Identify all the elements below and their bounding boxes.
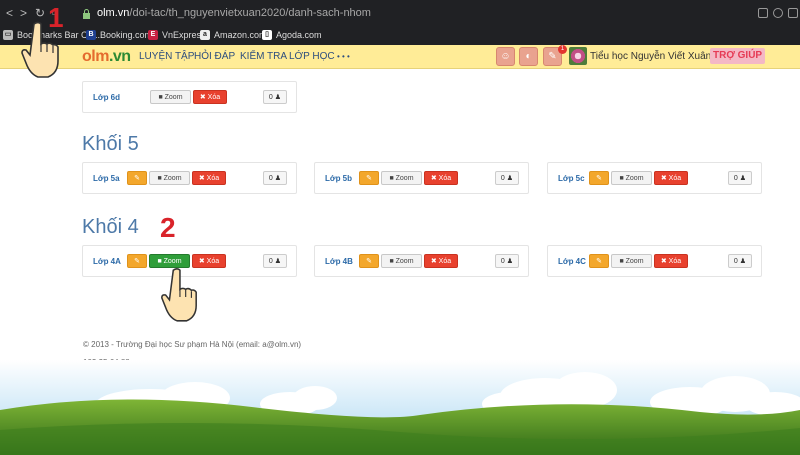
footer-landscape-image bbox=[0, 360, 800, 455]
folder-icon: ▭ bbox=[3, 30, 13, 40]
agoda-icon: ▯ bbox=[262, 30, 272, 40]
pointing-hand-icon bbox=[21, 21, 59, 78]
step-2-marker: 2 bbox=[160, 212, 176, 243]
member-count-button[interactable]: 0 ♟ bbox=[495, 254, 519, 268]
camera-icon[interactable] bbox=[758, 8, 768, 18]
delete-button[interactable]: ✖ Xóa bbox=[424, 254, 458, 268]
class-name: Lớp 4B bbox=[325, 257, 353, 266]
class-name: Lớp 5a bbox=[93, 174, 120, 183]
bookmark-booking[interactable]: B Booking.com bbox=[86, 30, 152, 40]
zoom-button[interactable]: ■ Zoom bbox=[150, 90, 191, 104]
class-card-6d: Lớp 6d ■ Zoom ✖ Xóa 0 ♟ bbox=[82, 81, 297, 113]
user-menu[interactable]: Tiểu học Nguyễn Viết Xuân ▾ bbox=[590, 51, 719, 62]
class-card-5c: Lớp 5c ✎ ■ Zoom ✖ Xóa 0 ♟ bbox=[547, 162, 762, 194]
share-icon[interactable] bbox=[773, 8, 783, 18]
forward-icon[interactable]: > bbox=[20, 5, 27, 21]
class-name: Lớp 5b bbox=[325, 174, 353, 183]
amazon-icon: a bbox=[200, 30, 210, 40]
menu-lop-hoc[interactable]: LỚP HỌC bbox=[289, 51, 335, 62]
class-name: Lớp 5c bbox=[558, 174, 585, 183]
edit-button[interactable]: ✎ bbox=[127, 171, 147, 185]
menu-hoi-dap[interactable]: HỎI ĐÁP bbox=[194, 51, 235, 62]
bookmark-amazon[interactable]: a Amazon.com bbox=[200, 30, 267, 40]
edit-button[interactable]: ✎ bbox=[589, 171, 609, 185]
menu-luyen-tap[interactable]: LUYỆN TẬP bbox=[139, 51, 194, 62]
edit-button[interactable]: ✎ bbox=[589, 254, 609, 268]
member-count-button[interactable]: 0 ♟ bbox=[263, 171, 287, 185]
delete-button[interactable]: ✖ Xóa bbox=[192, 171, 226, 185]
address-bar[interactable]: olm.vn/doi-tac/th_nguyenvietxuan2020/dan… bbox=[97, 7, 371, 19]
delete-button[interactable]: ✖ Xóa bbox=[424, 171, 458, 185]
back-icon[interactable]: < bbox=[6, 5, 13, 21]
delete-button[interactable]: ✖ Xóa bbox=[654, 254, 688, 268]
menu-kiem-tra[interactable]: KIỂM TRA bbox=[240, 51, 287, 62]
member-count-button[interactable]: 0 ♟ bbox=[263, 254, 287, 268]
delete-button[interactable]: ✖ Xóa bbox=[193, 90, 227, 104]
star-icon[interactable] bbox=[788, 8, 798, 18]
logo[interactable]: olm.vn bbox=[82, 48, 131, 66]
vnexpress-icon: E bbox=[148, 30, 158, 40]
member-count-button[interactable]: 0 ♟ bbox=[728, 171, 752, 185]
zoom-button[interactable]: ■ Zoom bbox=[149, 171, 190, 185]
url-domain: olm.vn bbox=[97, 7, 130, 19]
bookmark-vnexpress[interactable]: E VnExpress bbox=[148, 30, 206, 40]
zoom-button[interactable]: ■ Zoom bbox=[381, 254, 422, 268]
section-title-khoi-4: Khối 4 bbox=[82, 216, 139, 238]
delete-button[interactable]: ✖ Xóa bbox=[654, 171, 688, 185]
member-count-button[interactable]: 0 ♟ bbox=[728, 254, 752, 268]
class-card-5b: Lớp 5b ✎ ■ Zoom ✖ Xóa 0 ♟ bbox=[314, 162, 529, 194]
class-card-4b: Lớp 4B ✎ ■ Zoom ✖ Xóa 0 ♟ bbox=[314, 245, 529, 277]
menu-more[interactable]: • • • bbox=[337, 52, 350, 61]
reload-icon[interactable]: ↻ bbox=[35, 5, 45, 21]
bookmark-agoda[interactable]: ▯ Agoda.com bbox=[262, 30, 322, 40]
zoom-button[interactable]: ■ Zoom bbox=[611, 254, 652, 268]
help-button[interactable]: TRỢ GIÚP bbox=[710, 48, 766, 64]
booking-icon: B bbox=[86, 30, 96, 40]
lock-icon bbox=[83, 9, 90, 19]
class-name: Lớp 6d bbox=[93, 93, 121, 102]
avatar[interactable] bbox=[569, 47, 587, 65]
class-name: Lớp 4C bbox=[558, 257, 586, 266]
class-card-4c: Lớp 4C ✎ ■ Zoom ✖ Xóa 0 ♟ bbox=[547, 245, 762, 277]
member-count-button[interactable]: 0 ♟ bbox=[495, 171, 519, 185]
footer-copyright: © 2013 - Trường Đại học Sư phạm Hà Nội (… bbox=[83, 340, 302, 349]
edit-button[interactable]: ✎ bbox=[127, 254, 147, 268]
class-card-5a: Lớp 5a ✎ ■ Zoom ✖ Xóa 0 ♟ bbox=[82, 162, 297, 194]
browser-chrome: < > ↻ ⌂ olm.vn/doi-tac/th_nguyenvietxuan… bbox=[0, 0, 800, 45]
bookmarks-bar: ▭ Bookmarks Bar Chr... B Booking.com E VnEx… bbox=[0, 28, 800, 45]
class-name: Lớp 4A bbox=[93, 257, 121, 266]
zoom-button[interactable]: ■ Zoom bbox=[611, 171, 652, 185]
chat-icon[interactable]: ◐ bbox=[519, 47, 538, 66]
address-bar-row: < > ↻ ⌂ olm.vn/doi-tac/th_nguyenvietxuan… bbox=[0, 0, 800, 28]
pointing-hand-icon bbox=[161, 268, 197, 322]
edit-button[interactable]: ✎ bbox=[359, 171, 379, 185]
edit-button[interactable]: ✎ bbox=[359, 254, 379, 268]
section-title-khoi-5: Khối 5 bbox=[82, 133, 139, 155]
add-friend-icon[interactable]: ☺ bbox=[496, 47, 515, 66]
notification-badge: 1 bbox=[558, 45, 567, 54]
site-navbar: olm.vn LUYỆN TẬP HỎI ĐÁP KIỂM TRA LỚP HỌ… bbox=[0, 45, 800, 69]
url-path: /doi-tac/th_nguyenvietxuan2020/danh-sach… bbox=[129, 7, 371, 19]
member-count-button[interactable]: 0 ♟ bbox=[263, 90, 287, 104]
zoom-button[interactable]: ■ Zoom bbox=[381, 171, 422, 185]
